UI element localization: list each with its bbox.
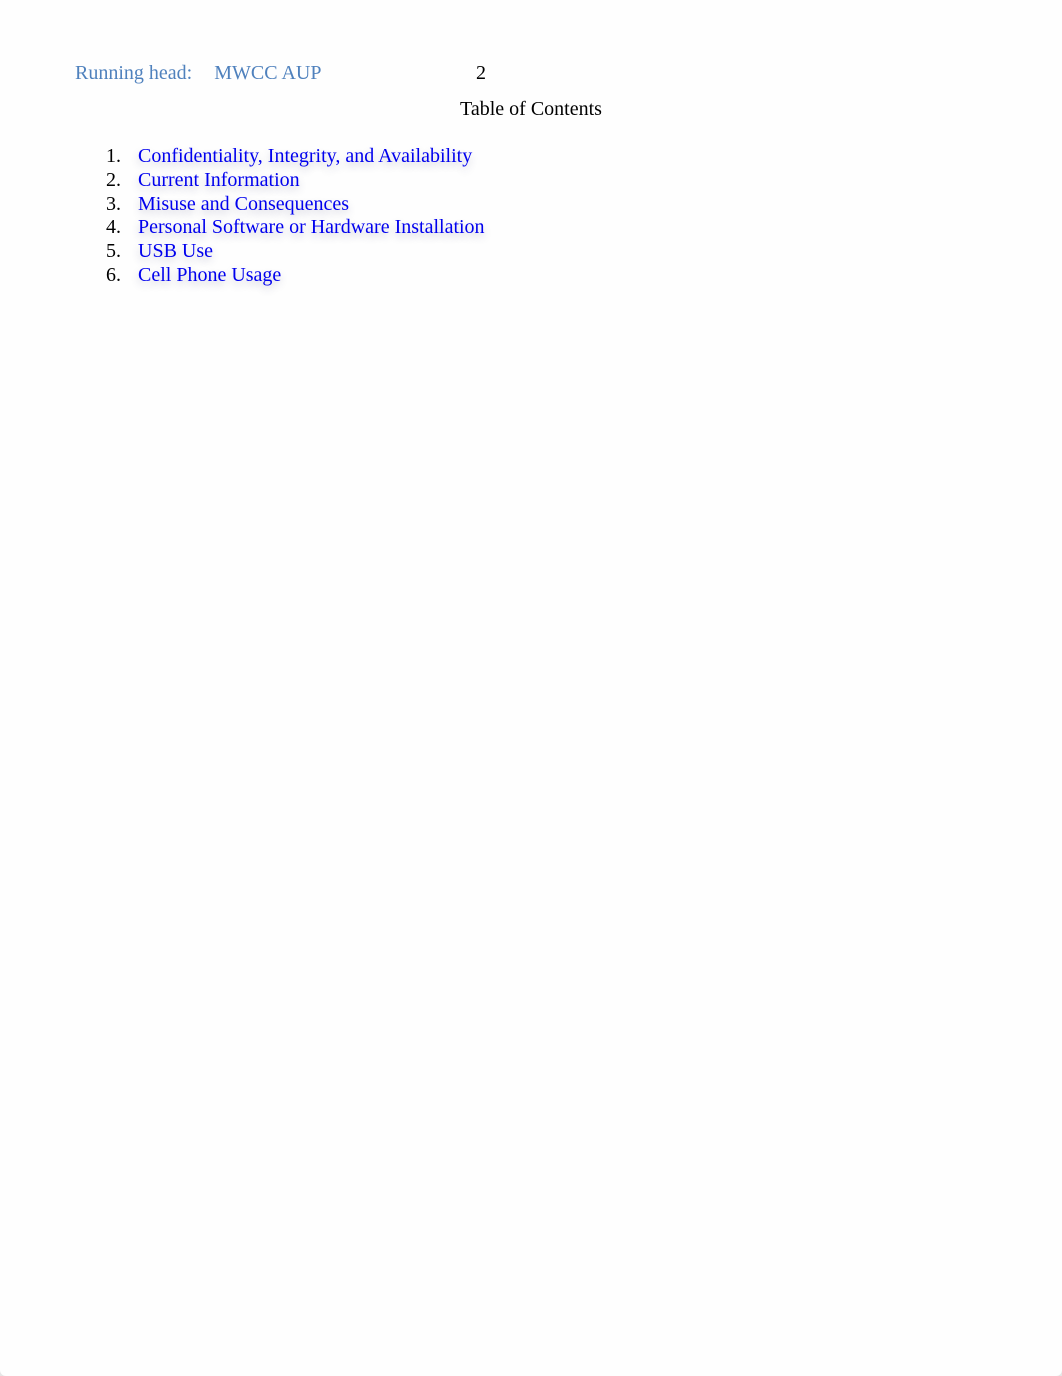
toc-link-current-information[interactable]: Current Information <box>138 169 300 191</box>
toc-list: 1. Confidentiality, Integrity, and Availa… <box>106 145 485 288</box>
running-head-label: Running head: <box>75 62 193 84</box>
toc-item: 4. Personal Software or Hardware Installa… <box>106 216 485 240</box>
toc-link-confidentiality[interactable]: Confidentiality, Integrity, and Availabi… <box>138 145 472 167</box>
toc-item: 3. Misuse and Consequences <box>106 193 485 217</box>
toc-item: 6. Cell Phone Usage <box>106 264 485 288</box>
toc-item-number: 1. <box>106 145 121 167</box>
running-head-title: MWCC AUP <box>214 62 322 84</box>
toc-item-number: 2. <box>106 168 121 191</box>
toc-link-usb-use[interactable]: USB Use <box>138 240 213 262</box>
toc-title: Table of Contents <box>460 98 602 120</box>
document-page: Running head: MWCC AUP 2 Table of Conten… <box>0 0 1062 1376</box>
page-number: 2 <box>476 62 486 84</box>
toc-item-number: 5. <box>106 240 121 263</box>
toc-item: 2. Current Information <box>106 169 485 193</box>
running-head: Running head: MWCC AUP <box>75 62 321 85</box>
toc-item: 1. Confidentiality, Integrity, and Availa… <box>106 145 485 169</box>
toc-item: 5. USB Use <box>106 240 485 264</box>
toc-item-number: 6. <box>106 263 121 286</box>
toc-link-cell-phone-usage[interactable]: Cell Phone Usage <box>138 264 281 286</box>
toc-item-number: 4. <box>106 216 121 239</box>
toc-link-misuse[interactable]: Misuse and Consequences <box>138 193 349 215</box>
toc-item-number: 3. <box>106 192 121 215</box>
toc-link-personal-software[interactable]: Personal Software or Hardware Installati… <box>138 216 485 238</box>
